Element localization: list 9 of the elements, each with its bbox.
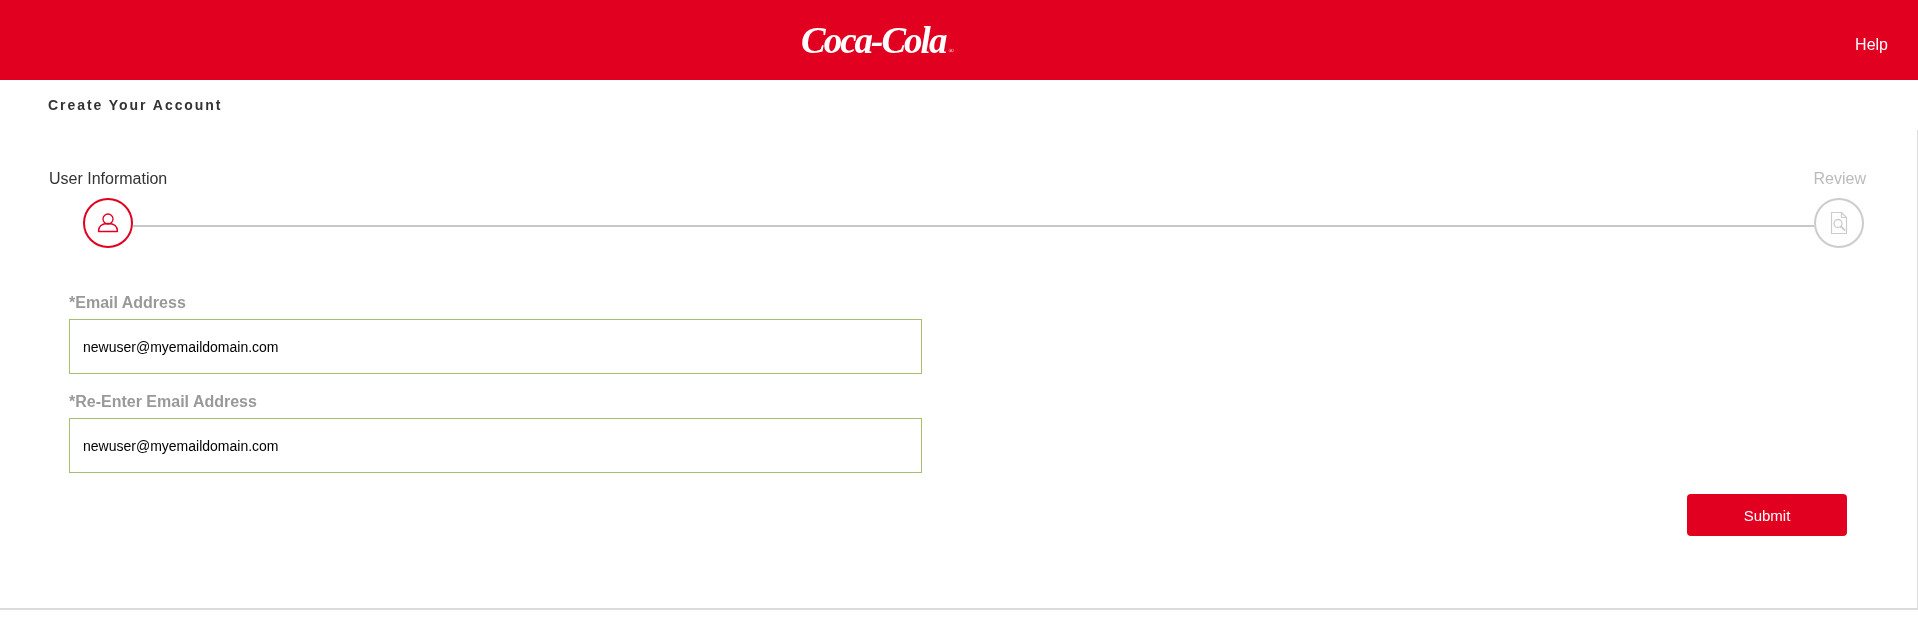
step-label: Review <box>1813 170 1866 188</box>
email-field[interactable]: newuser@myemaildomain.com <box>69 418 922 473</box>
email-field[interactable]: newuser@myemaildomain.com <box>69 319 922 374</box>
help-link[interactable]: Help <box>1855 35 1888 54</box>
step-label: User Information <box>49 170 168 188</box>
page-title: Create Your Account <box>48 96 223 114</box>
field-label: *Re-Enter Email Address <box>69 393 257 411</box>
submit-button[interactable]: Submit <box>1687 494 1847 536</box>
field-label: *Email Address <box>69 294 186 312</box>
